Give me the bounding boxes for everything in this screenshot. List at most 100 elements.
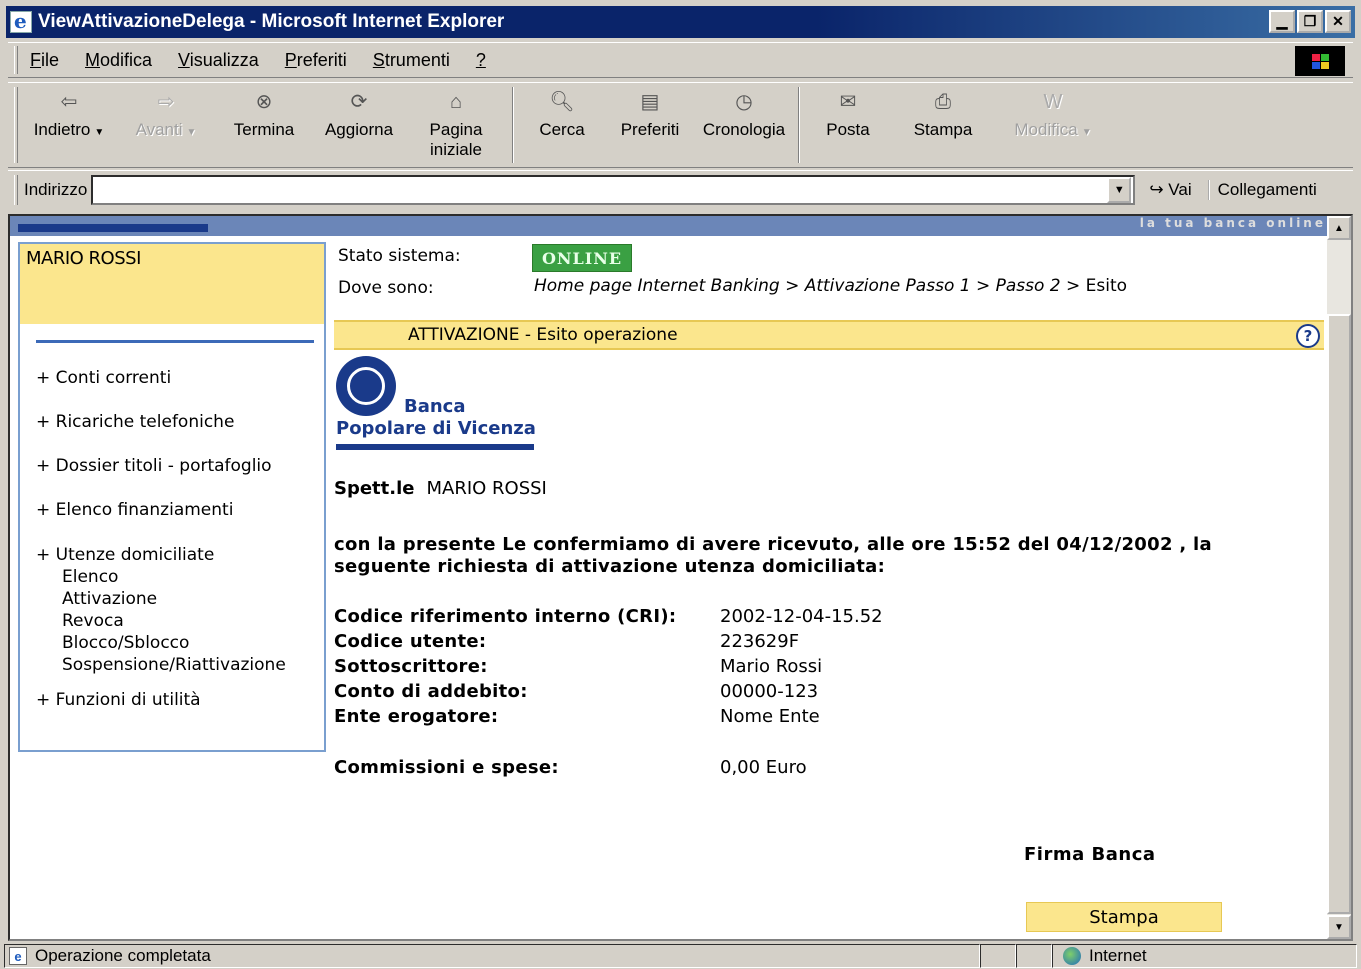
sidebar: MARIO ROSSI + Conti correnti + Ricariche…: [18, 242, 326, 752]
menu-help[interactable]: ?: [476, 50, 486, 71]
edit-button[interactable]: W Modifica ▼: [998, 83, 1108, 144]
printer-icon: ⎙: [935, 91, 951, 113]
sidebar-subitem-blocco[interactable]: Blocco/Sblocco: [36, 632, 286, 654]
windows-logo-icon: [1295, 46, 1345, 76]
favorites-button[interactable]: ▤ Preferiti: [602, 83, 698, 141]
scroll-up-icon[interactable]: ▲: [1327, 216, 1351, 240]
sidebar-item-utenze[interactable]: + Utenze domiciliate: [36, 544, 286, 566]
forward-dropdown-icon[interactable]: ▼: [187, 127, 197, 138]
bank-seal-icon: [336, 356, 396, 416]
sidebar-subitem-revoca[interactable]: Revoca: [36, 610, 286, 632]
recipient-name: MARIO ROSSI: [426, 478, 547, 499]
recipient-label: Spett.le: [334, 478, 415, 499]
detail-key: Codice riferimento interno (CRI):: [334, 606, 677, 627]
menu-file[interactable]: File: [30, 50, 59, 71]
confirmation-text: con la presente Le confermiamo di avere …: [334, 534, 1212, 577]
print-button[interactable]: ⎙ Stampa: [888, 83, 998, 141]
detail-value: Mario Rossi: [720, 656, 823, 677]
header-accent-bar: [18, 224, 208, 232]
breadcrumb-path[interactable]: Home page Internet Banking > Attivazione…: [534, 276, 1086, 296]
refresh-button[interactable]: ⟳ Aggiorna: [310, 83, 408, 141]
forward-button[interactable]: ⇨ Avanti ▼: [114, 83, 218, 144]
mail-icon: ✉: [839, 91, 857, 113]
sidebar-item-ricariche[interactable]: + Ricariche telefoniche: [36, 412, 286, 456]
back-label: Indietro: [33, 120, 91, 139]
go-button[interactable]: ↪ Vai: [1149, 180, 1191, 200]
maximize-button[interactable]: ❐: [1297, 10, 1323, 33]
user-name: MARIO ROSSI: [20, 244, 324, 324]
sidebar-subitem-elenco[interactable]: Elenco: [36, 566, 286, 588]
sidebar-divider: [36, 340, 314, 343]
home-label-1: Pagina: [429, 120, 483, 139]
status-panel-2: [1016, 944, 1052, 968]
window-controls: ▁ ❐ ✕: [1269, 10, 1351, 33]
sidebar-subitem-attivazione[interactable]: Attivazione: [36, 588, 286, 610]
detail-row: Codice utente: 223629F: [334, 631, 883, 656]
history-button[interactable]: ◷ Cronologia: [698, 83, 790, 141]
detail-key: Conto di addebito:: [334, 681, 528, 702]
history-label: Cronologia: [702, 120, 786, 139]
print-page-button[interactable]: Stampa: [1026, 902, 1222, 932]
address-input[interactable]: [91, 174, 1136, 205]
sidebar-item-funzioni[interactable]: + Funzioni di utilità: [36, 690, 286, 710]
sidebar-item-conti[interactable]: + Conti correnti: [36, 368, 286, 412]
help-icon[interactable]: ?: [1296, 324, 1320, 348]
vertical-scrollbar[interactable]: ▲ ▼: [1327, 216, 1351, 939]
refresh-icon: ⟳: [350, 91, 368, 113]
page-content: la tua banca online MARIO ROSSI + Conti …: [8, 214, 1353, 941]
menu-grip: [14, 46, 18, 74]
status-panel-main: e Operazione completata: [4, 944, 980, 968]
detail-value: 223629F: [720, 631, 800, 652]
sidebar-subitem-sospensione[interactable]: Sospensione/Riattivazione: [36, 654, 286, 676]
search-button[interactable]: 🔍︎ Cerca: [522, 83, 602, 141]
print-label: Stampa: [913, 120, 973, 139]
menu-bar: File Modifica Visualizza Preferiti Strum…: [8, 42, 1353, 78]
commissioni-value: 0,00 Euro: [720, 757, 807, 778]
bank-header-band: la tua banca online: [10, 216, 1330, 236]
scroll-thumb[interactable]: [1327, 314, 1351, 914]
go-label: Vai: [1168, 179, 1192, 199]
firma-banca: Firma Banca: [1024, 844, 1156, 865]
detail-row: Sottoscrittore: Mario Rossi: [334, 656, 883, 681]
detail-row: Codice riferimento interno (CRI): 2002-12…: [334, 606, 883, 631]
status-panel-1: [980, 944, 1016, 968]
minimize-button[interactable]: ▁: [1269, 10, 1295, 33]
detail-row: Ente erogatore: Nome Ente: [334, 706, 883, 731]
sidebar-item-dossier[interactable]: + Dossier titoli - portafoglio: [36, 456, 286, 500]
recipient: Spett.le MARIO ROSSI: [334, 478, 547, 499]
scroll-down-icon[interactable]: ▼: [1327, 915, 1351, 939]
close-button[interactable]: ✕: [1325, 10, 1351, 33]
commissioni-row: Commissioni e spese: 0,00 Euro: [334, 757, 883, 782]
address-bar: Indirizzo ▼ ↪ Vai Collegamenti: [8, 170, 1353, 208]
search-icon: 🔍︎: [549, 91, 575, 113]
menu-visualizza[interactable]: Visualizza: [178, 50, 259, 71]
home-button[interactable]: ⌂ Pagina iniziale: [408, 83, 504, 161]
address-dropdown-icon[interactable]: ▼: [1107, 176, 1132, 203]
logo-underline: [336, 444, 534, 450]
links-button[interactable]: Collegamenti: [1207, 179, 1317, 200]
breadcrumb: Home page Internet Banking > Attivazione…: [534, 276, 1127, 296]
mail-button[interactable]: ✉ Posta: [808, 83, 888, 141]
edit-label: Modifica: [1014, 120, 1078, 139]
dove-label: Dove sono:: [338, 278, 434, 298]
mail-label: Posta: [826, 120, 870, 139]
page-icon: e: [9, 947, 27, 965]
back-button[interactable]: ⇦ Indietro ▼: [24, 83, 114, 144]
sidebar-item-finanziamenti[interactable]: + Elenco finanziamenti: [36, 500, 286, 544]
detail-value: Nome Ente: [720, 706, 820, 727]
stop-button[interactable]: ⊗ Termina: [218, 83, 310, 141]
history-icon: ◷: [735, 91, 753, 113]
internet-zone-icon: [1063, 947, 1081, 965]
status-panel-zone: Internet: [1052, 944, 1357, 968]
toolbar-separator: [798, 87, 800, 163]
logo-text-1: Banca: [404, 396, 466, 417]
menu-preferiti[interactable]: Preferiti: [285, 50, 347, 71]
edit-dropdown-icon[interactable]: ▼: [1082, 127, 1092, 138]
detail-row: Conto di addebito: 00000-123: [334, 681, 883, 706]
logo-text-2: Popolare di Vicenza: [336, 418, 536, 439]
back-dropdown-icon[interactable]: ▼: [94, 127, 104, 138]
stop-label: Termina: [233, 120, 295, 139]
title-bar: ViewAttivazioneDelega - Microsoft Intern…: [6, 6, 1355, 38]
menu-strumenti[interactable]: Strumenti: [373, 50, 450, 71]
menu-modifica[interactable]: Modifica: [85, 50, 152, 71]
